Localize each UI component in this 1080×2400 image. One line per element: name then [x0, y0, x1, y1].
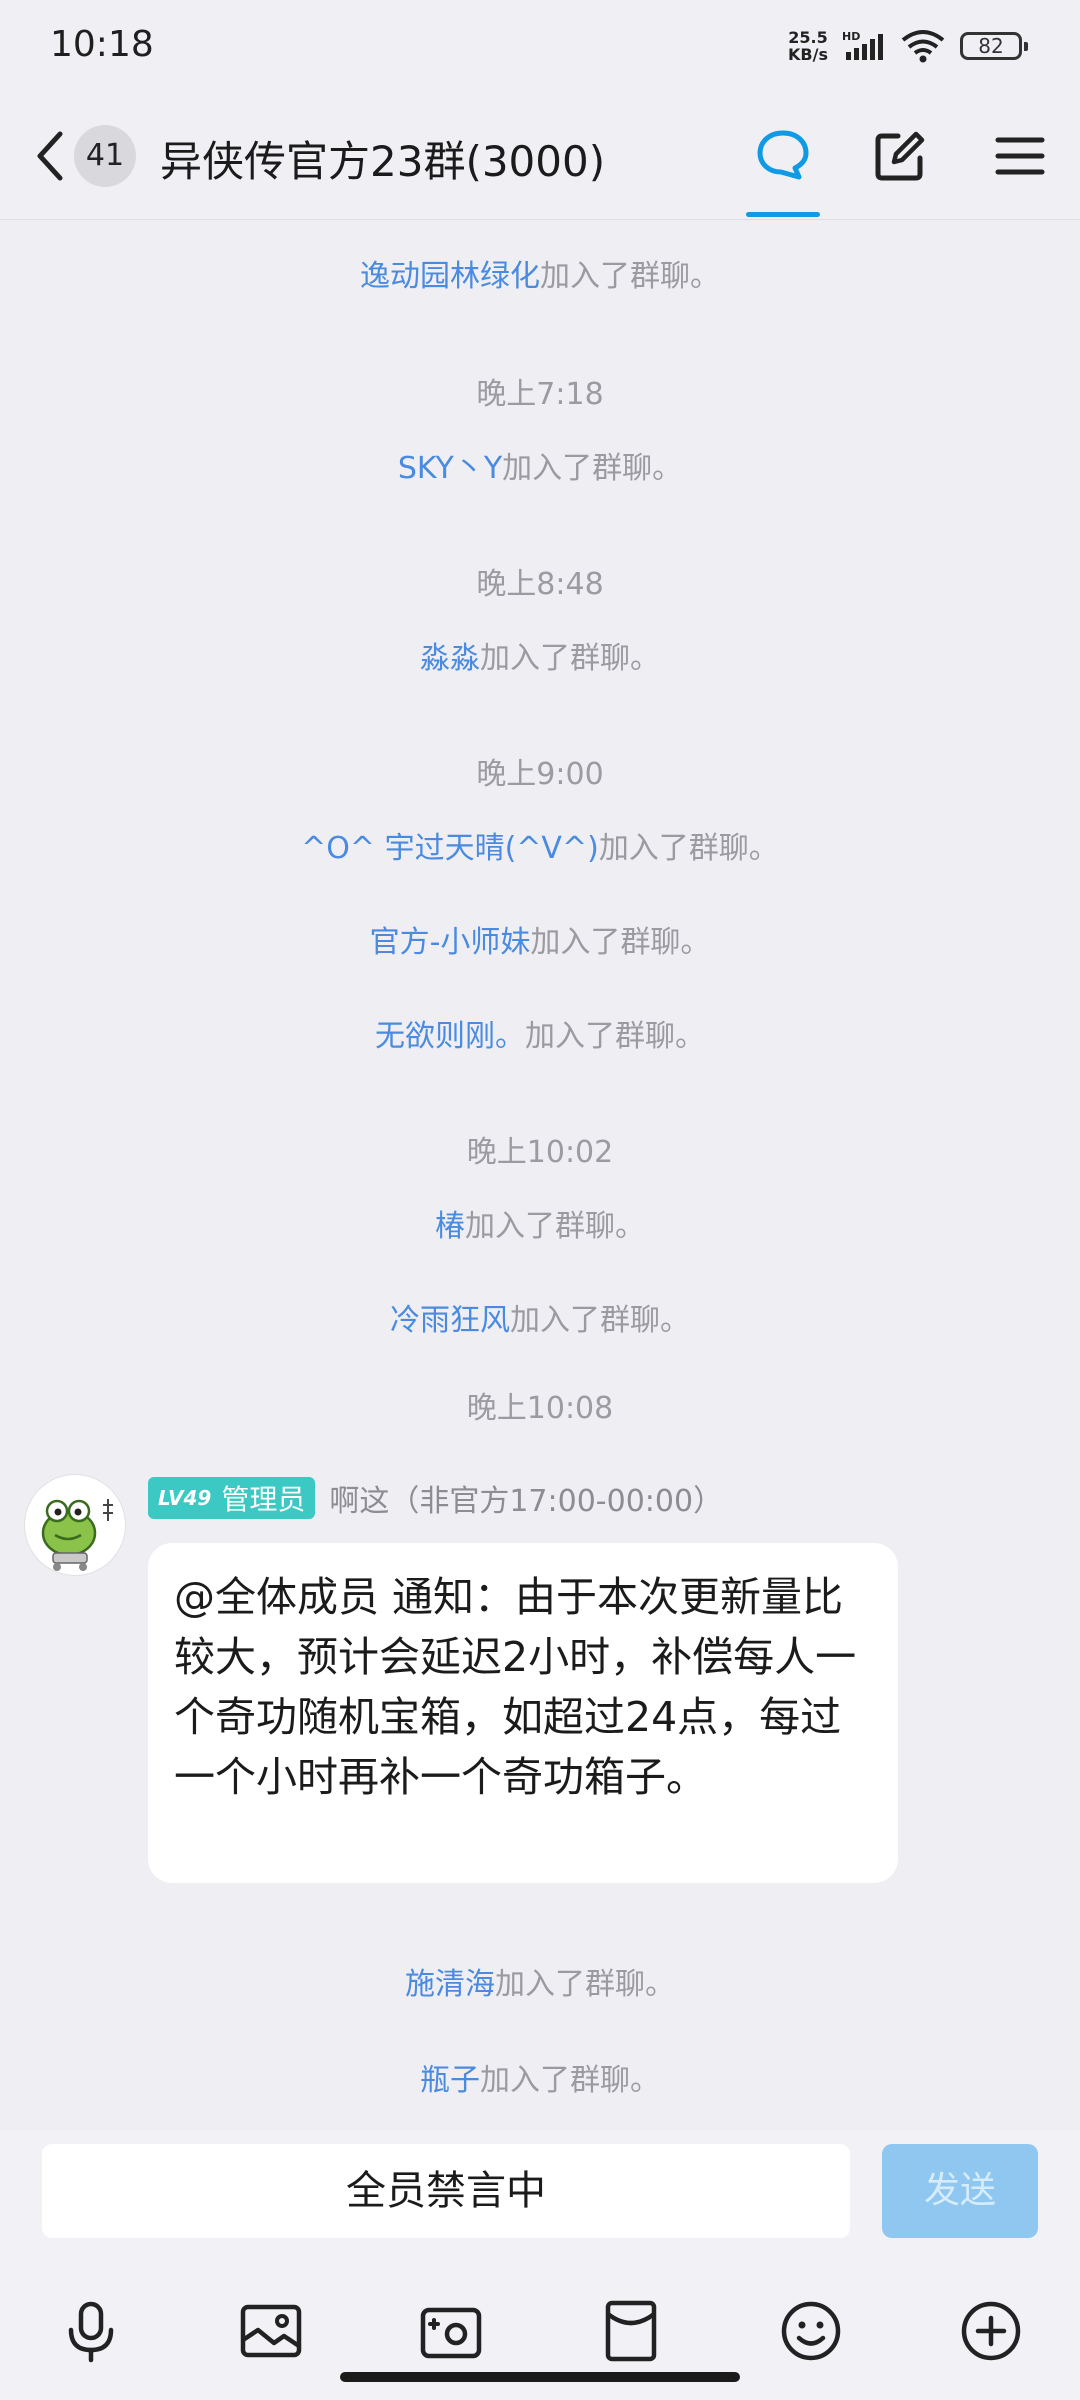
- page-title: 异侠传官方23群(3000): [160, 137, 606, 186]
- status-bar: 10:18 25.5 KB/s HD 82: [0, 0, 1080, 90]
- member-name-link[interactable]: 淼淼: [420, 641, 480, 676]
- chat-area[interactable]: 逸动园林绿化加入了群聊。 晚上7:18 SKY丶Y加入了群聊。 晚上8:48 淼…: [0, 221, 1080, 2130]
- home-indicator[interactable]: [340, 2372, 740, 2382]
- avatar[interactable]: [24, 1474, 126, 1576]
- system-message: 无欲则刚。加入了群聊。: [375, 1019, 705, 1054]
- system-message: 淼淼加入了群聊。: [420, 641, 660, 676]
- emoji-icon[interactable]: [776, 2296, 846, 2366]
- member-name-link[interactable]: SKY丶Y: [398, 451, 502, 486]
- sender-name[interactable]: 啊这（非官方17:00-00:00）: [329, 1476, 723, 1520]
- camera-icon[interactable]: [416, 2296, 486, 2366]
- message-header: LV49 管理员 啊这（非官方17:00-00:00）: [148, 1476, 723, 1520]
- system-message: 逸动园林绿化加入了群聊。: [360, 259, 720, 294]
- level-label: LV49: [158, 1486, 212, 1510]
- muted-input-field: 全员禁言中: [42, 2144, 850, 2238]
- member-name-link[interactable]: 施清海: [405, 1967, 495, 2002]
- image-icon[interactable]: [236, 2296, 306, 2366]
- member-name-link[interactable]: 椿: [435, 1209, 465, 1244]
- member-name-link[interactable]: 冷雨狂风: [390, 1303, 510, 1338]
- red-packet-icon[interactable]: [596, 2296, 666, 2366]
- timestamp: 晚上9:00: [476, 757, 604, 792]
- signal-icon: HD: [842, 30, 883, 60]
- chevron-left-icon[interactable]: [30, 126, 70, 186]
- edit-icon[interactable]: [870, 126, 930, 186]
- timestamp: 晚上8:48: [476, 567, 604, 602]
- member-name-link[interactable]: 瓶子: [420, 2063, 480, 2098]
- system-message: 施清海加入了群聊。: [405, 1967, 675, 2002]
- plus-icon[interactable]: [956, 2296, 1026, 2366]
- role-label: 管理员: [221, 1483, 306, 1516]
- wifi-icon: [901, 30, 945, 63]
- member-name-link[interactable]: 逸动园林绿化: [360, 259, 540, 294]
- status-time: 10:18: [50, 24, 154, 65]
- input-bar: 全员禁言中 发送: [0, 2130, 1080, 2400]
- member-name-link[interactable]: ^O^ 宇过天晴(^V^): [301, 831, 599, 866]
- network-speed: 25.5 KB/s: [788, 28, 828, 64]
- member-name-link[interactable]: 无欲则刚。: [375, 1019, 525, 1054]
- unread-count-badge[interactable]: 41: [74, 125, 136, 187]
- chat-header: 41 异侠传官方23群(3000): [0, 90, 1080, 220]
- timestamp: 晚上7:18: [476, 377, 604, 412]
- timestamp: 晚上10:02: [466, 1135, 614, 1170]
- frog-avatar-icon: [41, 1499, 113, 1571]
- system-message: SKY丶Y加入了群聊。: [397, 451, 683, 486]
- system-message: 椿加入了群聊。: [435, 1209, 645, 1244]
- battery-indicator: 82: [960, 32, 1028, 60]
- chat-bubble-icon[interactable]: [753, 126, 813, 186]
- network-type-label: HD: [842, 30, 860, 43]
- system-message: 官方-小师妹加入了群聊。: [369, 925, 711, 960]
- status-icons: 25.5 KB/s HD 82: [788, 26, 1028, 66]
- menu-icon[interactable]: [990, 126, 1050, 186]
- system-message: 冷雨狂风加入了群聊。: [390, 1303, 690, 1338]
- admin-badge: LV49 管理员: [148, 1477, 316, 1519]
- send-button[interactable]: 发送: [882, 2144, 1038, 2238]
- system-message: ^O^ 宇过天晴(^V^)加入了群聊。: [301, 831, 779, 866]
- message-bubble[interactable]: @全体成员 通知：由于本次更新量比较大，预计会延迟2小时，补偿每人一个奇功随机宝…: [148, 1543, 898, 1883]
- microphone-icon[interactable]: [56, 2296, 126, 2366]
- member-name-link[interactable]: 官方-小师妹: [370, 925, 531, 960]
- tab-indicator: [746, 212, 820, 217]
- system-message: 瓶子加入了群聊。: [420, 2063, 660, 2098]
- timestamp: 晚上10:08: [466, 1391, 614, 1426]
